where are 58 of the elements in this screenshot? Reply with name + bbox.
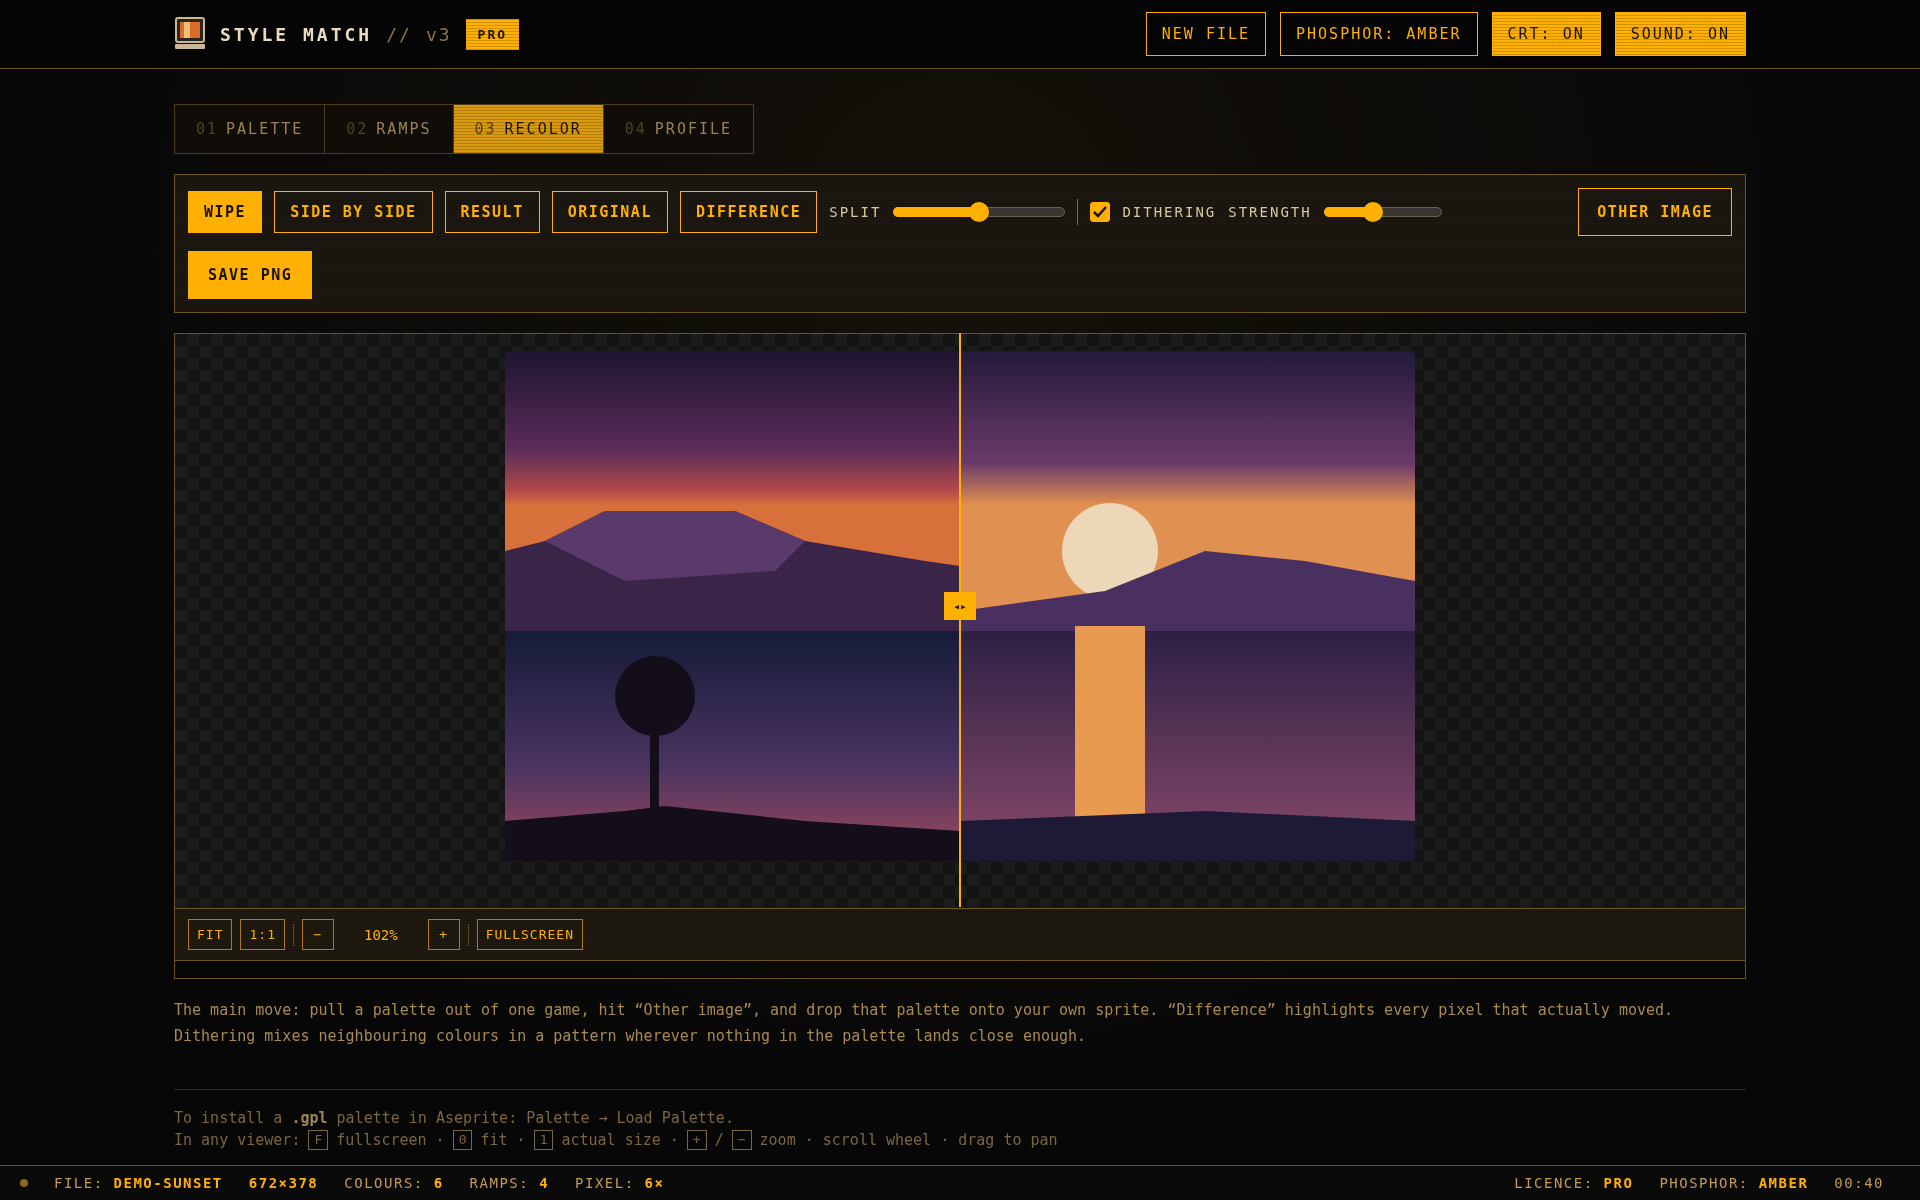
help-text: zoom · scroll wheel · drag to pan [759, 1130, 1058, 1150]
mode-button[interactable]: DIFFERENCE [679, 191, 818, 233]
description-text: The main move: pull a palette out of one game, hit “Other image”, and drop that palette onto your own sprite. “Difference” highlights every pixel that actually moved. [174, 1000, 1675, 1021]
install-note: To install a .gpl palette in Aseprite: Palette → Load Palette. [174, 1108, 735, 1129]
key-cap: 0 [452, 1130, 473, 1150]
header-button[interactable]: PHOSPHOR: AMBER [1280, 12, 1478, 56]
computer-icon [174, 17, 206, 51]
zoom-button[interactable]: FULLSCREEN [476, 919, 583, 950]
help-text: fit · [480, 1130, 526, 1150]
mode-button[interactable]: ORIGINAL [551, 191, 668, 233]
zoom-button[interactable]: FIT [188, 919, 233, 950]
status-item: PHOSPHOR: AMBER [1659, 1175, 1809, 1191]
dithering-checkbox[interactable] [1090, 202, 1111, 222]
slider-track[interactable] [1323, 202, 1442, 222]
status-item: 00:40 [1834, 1175, 1884, 1191]
save-png-button[interactable]: SAVE PNG [188, 251, 313, 299]
version-label: v3 [425, 23, 452, 45]
header-button[interactable]: CRT: ON [1491, 12, 1601, 56]
key-cap: F [308, 1130, 329, 1150]
zoom-button[interactable]: + [427, 919, 460, 950]
key-cap: − [731, 1130, 752, 1150]
mode-button[interactable]: WIPE [188, 191, 263, 233]
zoom-level: 102% [362, 926, 399, 943]
header-button[interactable]: SOUND: ON [1614, 12, 1746, 56]
strength-label: STRENGTH [1228, 204, 1312, 220]
help-text: actual size · [561, 1130, 679, 1150]
step-tab[interactable]: 02 RAMPS [325, 105, 454, 153]
help-text: In any viewer: [174, 1130, 301, 1150]
zoom-button[interactable]: − [301, 919, 334, 950]
slider-track[interactable] [893, 202, 1066, 222]
key-cap: 1 [533, 1130, 554, 1150]
title-separator: // [386, 23, 412, 45]
zoom-button[interactable]: 1:1 [240, 919, 285, 950]
plan-badge: PRO [465, 18, 520, 50]
status-item: COLOURS: 6 [344, 1175, 444, 1191]
help-text: / [714, 1130, 724, 1150]
help-text: fullscreen · [336, 1130, 445, 1150]
status-dot [20, 1179, 28, 1187]
app-title: STYLE MATCH [220, 23, 373, 45]
check-icon [1093, 206, 1108, 218]
other-image-button[interactable]: OTHER IMAGE [1578, 188, 1732, 236]
slider-thumb[interactable] [969, 202, 990, 222]
status-item: LICENCE: PRO [1514, 1175, 1634, 1191]
step-tab[interactable]: 03 RECOLOR [453, 105, 604, 153]
slider-thumb[interactable] [1362, 202, 1383, 222]
step-tab[interactable]: 01 PALETTE [175, 105, 326, 153]
key-cap: + [686, 1130, 707, 1150]
dithering-label: DITHERING [1122, 204, 1217, 220]
description-text: Dithering mixes neighbouring colours in a pattern wherever nothing in the palette lands close enough. [174, 1026, 1088, 1047]
status-item: RAMPS: 4 [469, 1175, 550, 1191]
split-label: SPLIT [829, 204, 882, 220]
status-item: 672×378 [248, 1175, 319, 1191]
mode-button[interactable]: RESULT [444, 191, 540, 233]
status-item: FILE: DEMO-SUNSET [54, 1175, 223, 1191]
split-handle[interactable]: ◂▸ [944, 592, 976, 620]
mode-button[interactable]: SIDE BY SIDE [274, 191, 433, 233]
status-item: PIXEL: 6× [575, 1175, 665, 1191]
header-button[interactable]: NEW FILE [1145, 12, 1267, 56]
